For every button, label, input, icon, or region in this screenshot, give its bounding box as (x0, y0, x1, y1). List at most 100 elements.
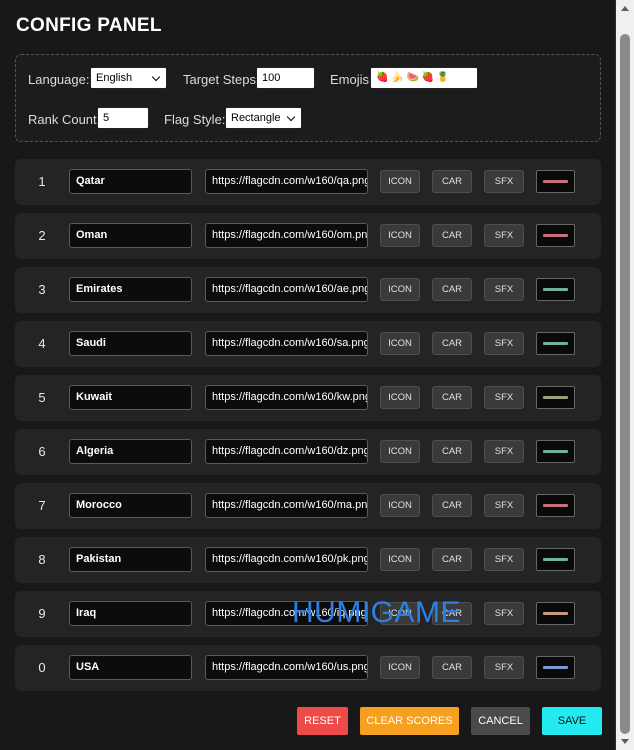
cancel-button[interactable]: CANCEL (471, 707, 530, 735)
reset-button[interactable]: RESET (297, 707, 348, 735)
color-picker[interactable] (536, 332, 575, 355)
scrollbar[interactable] (616, 0, 634, 750)
car-button[interactable]: CAR (432, 548, 472, 571)
color-picker[interactable] (536, 224, 575, 247)
country-name-input[interactable]: Algeria (69, 439, 192, 464)
sfx-button[interactable]: SFX (484, 332, 524, 355)
country-name-input[interactable]: USA (69, 655, 192, 680)
rank-number: 0 (38, 660, 46, 675)
country-name-input[interactable]: Kuwait (69, 385, 192, 410)
flag-url-input[interactable]: https://flagcdn.com/w160/ma.png (205, 493, 368, 518)
scroll-down-icon[interactable] (621, 739, 629, 744)
color-swatch (543, 666, 568, 669)
icon-button[interactable]: ICON (380, 548, 420, 571)
flag-url-input[interactable]: https://flagcdn.com/w160/qa.png (205, 169, 368, 194)
color-picker[interactable] (536, 440, 575, 463)
sfx-button[interactable]: SFX (484, 548, 524, 571)
language-select[interactable]: English (90, 67, 167, 89)
car-button[interactable]: CAR (432, 386, 472, 409)
clear-scores-button[interactable]: CLEAR SCORES (360, 707, 459, 735)
table-row: 2 Oman https://flagcdn.com/w160/om.png ICON… (15, 213, 601, 259)
flag-style-select[interactable]: Rectangle (225, 107, 302, 129)
color-swatch (543, 450, 568, 453)
car-button[interactable]: CAR (432, 278, 472, 301)
icon-button[interactable]: ICON (380, 494, 420, 517)
color-picker[interactable] (536, 386, 575, 409)
flag-url-input[interactable]: https://flagcdn.com/w160/sa.png (205, 331, 368, 356)
rank-count-input[interactable]: 5 (97, 107, 149, 129)
color-swatch (543, 558, 568, 561)
rank-number: 9 (38, 606, 46, 621)
sfx-button[interactable]: SFX (484, 602, 524, 625)
color-swatch (543, 612, 568, 615)
car-button[interactable]: CAR (432, 494, 472, 517)
flag-url-input[interactable]: https://flagcdn.com/w160/ae.png (205, 277, 368, 302)
country-name-input[interactable]: Saudi (69, 331, 192, 356)
icon-button[interactable]: ICON (380, 332, 420, 355)
car-button[interactable]: CAR (432, 656, 472, 679)
sfx-button[interactable]: SFX (484, 494, 524, 517)
sfx-button[interactable]: SFX (484, 656, 524, 679)
table-row: 3 Emirates https://flagcdn.com/w160/ae.png… (15, 267, 601, 313)
sfx-button[interactable]: SFX (484, 440, 524, 463)
color-swatch (543, 288, 568, 291)
rank-number: 6 (38, 444, 46, 459)
flag-url-input[interactable]: https://flagcdn.com/w160/dz.png (205, 439, 368, 464)
country-name-input[interactable]: Emirates (69, 277, 192, 302)
color-picker[interactable] (536, 602, 575, 625)
emojis-input[interactable]: 🍓 🍌 🍉 🍓 🍍 (370, 67, 478, 89)
sfx-button[interactable]: SFX (484, 278, 524, 301)
flag-url-input[interactable]: https://flagcdn.com/w160/us.png (205, 655, 368, 680)
emojis-value: 🍓 🍌 🍉 🍓 🍍 (376, 72, 450, 83)
rank-number: 1 (38, 174, 46, 189)
emojis-label: Emojis: (330, 72, 373, 87)
sfx-button[interactable]: SFX (484, 386, 524, 409)
flag-style-value: Rectangle (231, 112, 281, 124)
icon-button[interactable]: ICON (380, 602, 420, 625)
color-swatch (543, 396, 568, 399)
icon-button[interactable]: ICON (380, 170, 420, 193)
scroll-up-icon[interactable] (621, 6, 629, 11)
color-swatch (543, 234, 568, 237)
flag-url-input[interactable]: https://flagcdn.com/w160/om.png (205, 223, 368, 248)
flag-style-label: Flag Style: (164, 112, 226, 127)
icon-button[interactable]: ICON (380, 278, 420, 301)
settings-section: Language: English Target Steps: 100 Emoj… (15, 54, 601, 142)
color-picker[interactable] (536, 548, 575, 571)
sfx-button[interactable]: SFX (484, 224, 524, 247)
icon-button[interactable]: ICON (380, 386, 420, 409)
scroll-thumb[interactable] (620, 34, 630, 734)
icon-button[interactable]: ICON (380, 440, 420, 463)
page-title: CONFIG PANEL (16, 15, 162, 36)
country-name-input[interactable]: Morocco (69, 493, 192, 518)
car-button[interactable]: CAR (432, 440, 472, 463)
target-steps-label: Target Steps: (183, 72, 260, 87)
color-picker[interactable] (536, 494, 575, 517)
table-row: 9 Iraq https://flagcdn.com/w160/iq.png ICON… (15, 591, 601, 637)
car-button[interactable]: CAR (432, 170, 472, 193)
flag-url-input[interactable]: https://flagcdn.com/w160/pk.png (205, 547, 368, 572)
car-button[interactable]: CAR (432, 602, 472, 625)
color-swatch (543, 180, 568, 183)
color-picker[interactable] (536, 656, 575, 679)
target-steps-input[interactable]: 100 (256, 67, 315, 89)
color-picker[interactable] (536, 278, 575, 301)
country-name-input[interactable]: Iraq (69, 601, 192, 626)
flag-url-input[interactable]: https://flagcdn.com/w160/kw.png (205, 385, 368, 410)
color-picker[interactable] (536, 170, 575, 193)
rank-number: 4 (38, 336, 46, 351)
car-button[interactable]: CAR (432, 332, 472, 355)
save-button[interactable]: SAVE (542, 707, 602, 735)
icon-button[interactable]: ICON (380, 656, 420, 679)
rank-count-value: 5 (103, 112, 110, 124)
table-row: 4 Saudi https://flagcdn.com/w160/sa.png ICO… (15, 321, 601, 367)
country-name-input[interactable]: Qatar (69, 169, 192, 194)
car-button[interactable]: CAR (432, 224, 472, 247)
country-name-input[interactable]: Pakistan (69, 547, 192, 572)
icon-button[interactable]: ICON (380, 224, 420, 247)
color-swatch (543, 504, 568, 507)
country-name-input[interactable]: Oman (69, 223, 192, 248)
sfx-button[interactable]: SFX (484, 170, 524, 193)
rank-number: 3 (38, 282, 46, 297)
flag-url-input[interactable]: https://flagcdn.com/w160/iq.png (205, 601, 368, 626)
